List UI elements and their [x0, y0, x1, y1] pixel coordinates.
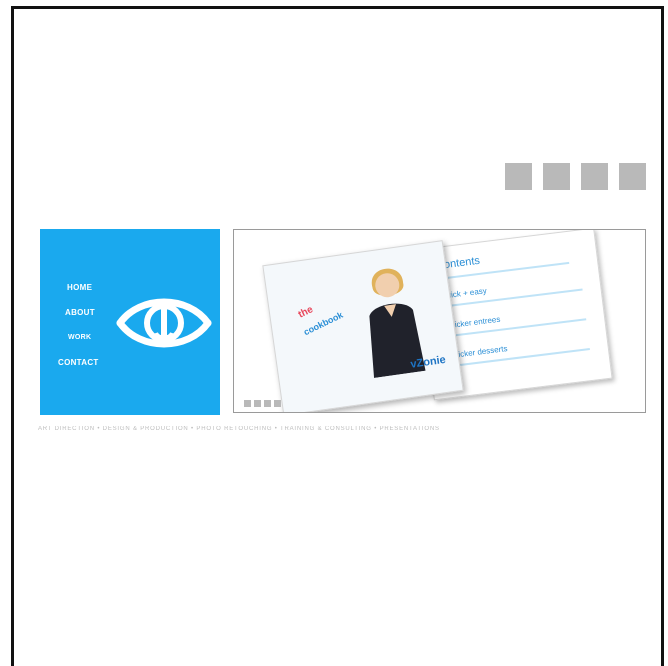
showcase-page-front: the cookbook vZonie: [262, 240, 464, 412]
eye-logo-icon: [116, 298, 212, 348]
gallery-thumb-1[interactable]: [505, 163, 532, 190]
nav-panel: HOME ABOUT WORK CONTACT: [40, 229, 220, 415]
gallery-thumb-3[interactable]: [581, 163, 608, 190]
nav-item-contact[interactable]: CONTACT: [58, 356, 99, 381]
slide-dot-3[interactable]: [264, 400, 271, 407]
cookbook-title: the: [296, 304, 315, 321]
gallery-thumb-4[interactable]: [619, 163, 646, 190]
main-nav: HOME ABOUT WORK CONTACT: [58, 281, 99, 381]
nav-item-home[interactable]: HOME: [58, 281, 99, 306]
nav-item-about[interactable]: ABOUT: [58, 306, 99, 331]
services-tagline: ART DIRECTION • DESIGN & PRODUCTION • PH…: [38, 426, 440, 432]
gallery-thumbnails: [505, 163, 646, 190]
portfolio-showcase[interactable]: contents quick + easy quicker entrees qu…: [233, 229, 646, 413]
gallery-thumb-2[interactable]: [543, 163, 570, 190]
slide-dot-2[interactable]: [254, 400, 261, 407]
slide-indicators: [244, 400, 281, 407]
slide-dot-4[interactable]: [274, 400, 281, 407]
nav-item-work[interactable]: WORK: [58, 331, 99, 356]
slide-dot-1[interactable]: [244, 400, 251, 407]
